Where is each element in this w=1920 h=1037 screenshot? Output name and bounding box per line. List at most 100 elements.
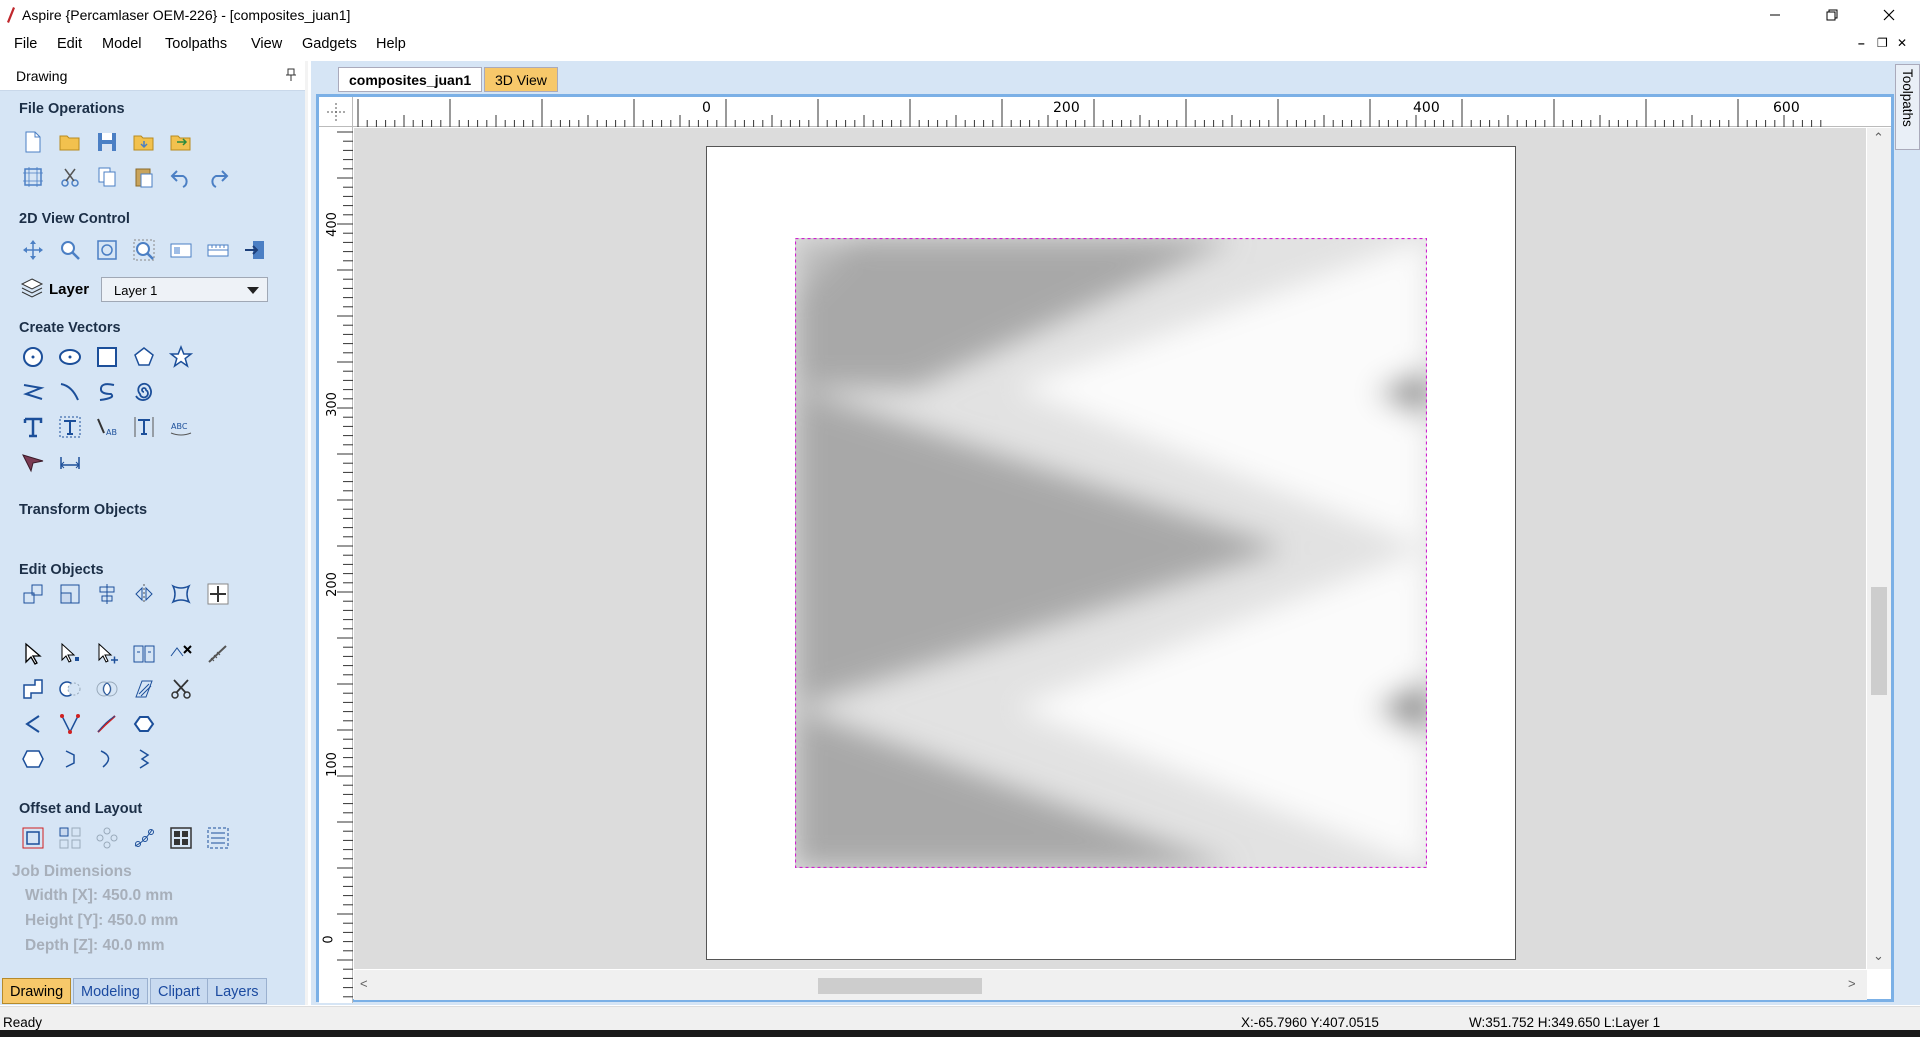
menu-file[interactable]: File (14, 36, 37, 52)
scroll-right-icon[interactable]: > (1848, 976, 1856, 991)
adjust-text-spacing-button[interactable] (130, 413, 158, 441)
menu-toolpaths[interactable]: Toolpaths (165, 36, 227, 52)
zoom-button[interactable] (56, 236, 84, 264)
horizontal-scrollbar[interactable]: < > (354, 970, 1867, 1000)
scroll-up-icon[interactable]: ⌃ (1873, 130, 1884, 146)
horizontal-scroll-thumb[interactable] (818, 978, 982, 994)
close-vectors-button[interactable] (19, 745, 47, 773)
text-on-curve-button[interactable]: AB (93, 413, 121, 441)
redo-button[interactable] (204, 163, 232, 191)
restore-button[interactable] (1809, 0, 1855, 30)
circular-array-button[interactable] (93, 824, 121, 852)
draw-circle-button[interactable] (19, 343, 47, 371)
tab-layers[interactable]: Layers (207, 978, 267, 1004)
tab-composites-juan1[interactable]: composites_juan1 (338, 67, 483, 92)
job-height: Height [Y]: 450.0 mm (25, 912, 179, 929)
mirror-objects-button[interactable] (130, 580, 158, 608)
merge-layout-button[interactable] (204, 824, 232, 852)
draw-spiral-button[interactable] (130, 378, 158, 406)
smart-smooth-button[interactable] (56, 710, 84, 738)
pin-icon[interactable] (285, 68, 297, 82)
tab-drawing[interactable]: Drawing (2, 978, 72, 1004)
paste-button[interactable] (130, 163, 158, 191)
layer-dropdown[interactable]: Layer 1 (101, 277, 268, 302)
offset-button[interactable] (19, 824, 47, 852)
scroll-down-icon[interactable]: ⌄ (1873, 948, 1884, 964)
ruler-origin-icon[interactable] (319, 97, 353, 127)
intersect-button[interactable] (93, 675, 121, 703)
copy-along-vectors-button[interactable] (130, 824, 158, 852)
trim-scissors-button[interactable] (167, 675, 195, 703)
select-tool-button[interactable] (19, 640, 47, 668)
nesting-button[interactable] (167, 824, 195, 852)
menu-gadgets[interactable]: Gadgets (302, 36, 357, 52)
toolpaths-side-tab[interactable]: Toolpaths (1895, 64, 1920, 150)
minimize-button[interactable] (1752, 0, 1798, 30)
close-button[interactable] (1866, 0, 1912, 30)
menu-help[interactable]: Help (376, 36, 406, 52)
tab-clipart[interactable]: Clipart (150, 978, 208, 1004)
import-bitmap-button[interactable] (167, 128, 195, 156)
fillet-button[interactable] (130, 675, 158, 703)
open-file-button[interactable] (56, 128, 84, 156)
node-edit-button[interactable] (56, 640, 84, 668)
draw-rectangle-button[interactable] (93, 343, 121, 371)
vertical-scrollbar[interactable]: ⌃ ⌄ (1867, 128, 1891, 969)
align-objects-button[interactable] (93, 580, 121, 608)
delete-objects-button[interactable] (167, 640, 195, 668)
drawing-canvas[interactable] (354, 128, 1866, 969)
menu-model[interactable]: Model (102, 36, 142, 52)
vertical-scroll-thumb[interactable] (1871, 587, 1887, 695)
open-vector-button[interactable] (56, 745, 84, 773)
draw-star-button[interactable] (167, 343, 195, 371)
mdi-minimize-icon[interactable]: – (1858, 36, 1865, 50)
undo-button[interactable] (167, 163, 195, 191)
subtract-button[interactable] (56, 675, 84, 703)
view-exit-button[interactable] (241, 236, 269, 264)
draw-auto-text-button[interactable] (56, 413, 84, 441)
cut-button[interactable] (56, 163, 84, 191)
dimension-button[interactable] (56, 447, 84, 475)
extend-button[interactable] (19, 710, 47, 738)
copy-button[interactable] (93, 163, 121, 191)
mdi-restore-icon[interactable]: ❐ (1877, 36, 1888, 50)
menu-edit[interactable]: Edit (57, 36, 82, 52)
measure-button[interactable] (204, 640, 232, 668)
draw-arrow-button[interactable] (19, 447, 47, 475)
draw-ellipse-button[interactable] (56, 343, 84, 371)
draw-curve-button[interactable] (56, 378, 84, 406)
zoom-extents-button[interactable] (93, 236, 121, 264)
save-file-button[interactable] (93, 128, 121, 156)
tab-3d-view[interactable]: 3D View (484, 67, 558, 92)
zigzag-vector-button[interactable] (130, 745, 158, 773)
view-rulers-button[interactable] (204, 236, 232, 264)
distort-objects-button[interactable] (167, 580, 195, 608)
ruler-label: 200 (324, 572, 340, 597)
transform-mode-button[interactable] (93, 640, 121, 668)
array-copy-button[interactable] (56, 824, 84, 852)
scale-objects-button[interactable] (56, 580, 84, 608)
new-file-button[interactable] (19, 128, 47, 156)
tab-modeling[interactable]: Modeling (73, 978, 148, 1004)
join-vectors-button[interactable] (130, 710, 158, 738)
view-sheets-button[interactable] (167, 236, 195, 264)
menu-view[interactable]: View (251, 36, 282, 52)
scroll-left-icon[interactable]: < (360, 976, 368, 991)
curve-fit-open-button[interactable] (93, 745, 121, 773)
draw-text-button[interactable] (19, 413, 47, 441)
weld-button[interactable] (19, 675, 47, 703)
snap-objects-button[interactable] (204, 580, 232, 608)
zoom-selection-button[interactable] (130, 236, 158, 264)
interactive-trim-button[interactable] (130, 640, 158, 668)
job-setup-button[interactable] (19, 163, 47, 191)
draw-bezier-button[interactable] (93, 378, 121, 406)
move-objects-button[interactable] (19, 580, 47, 608)
import-vectors-button[interactable] (130, 128, 158, 156)
draw-polyline-button[interactable] (19, 378, 47, 406)
draw-polygon-button[interactable] (130, 343, 158, 371)
pan-view-button[interactable] (19, 236, 47, 264)
composite-bitmap[interactable] (795, 238, 1427, 868)
text-arc-button[interactable]: ABC (167, 413, 195, 441)
fit-curves-button[interactable] (93, 710, 121, 738)
mdi-close-icon[interactable]: ✕ (1897, 36, 1907, 50)
